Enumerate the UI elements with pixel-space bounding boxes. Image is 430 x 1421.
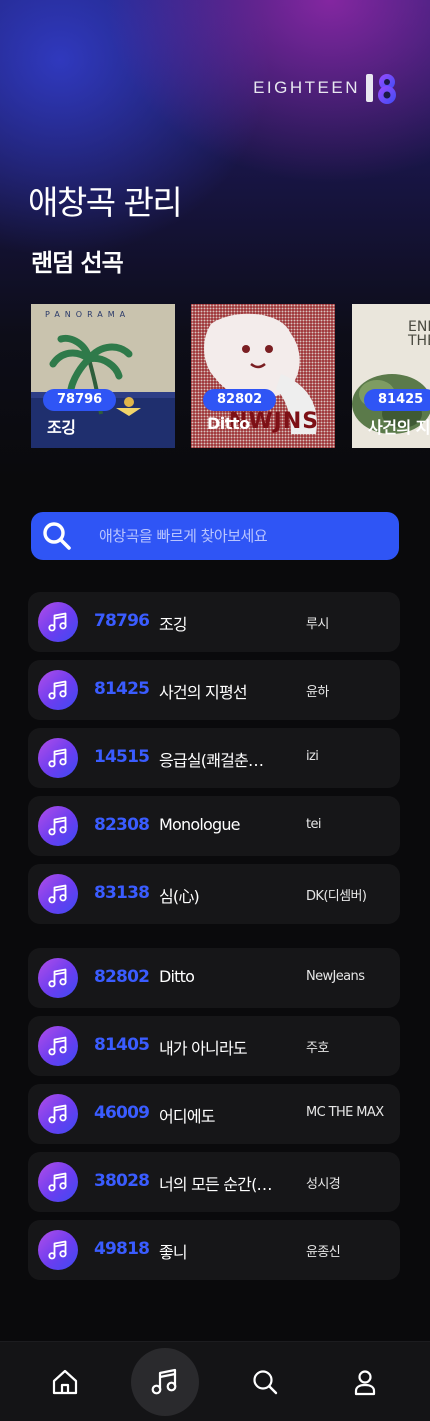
song-number: 78796: [94, 611, 150, 631]
song-title: 응급실(쾌걸춘향…: [159, 751, 277, 770]
music-note-icon: [38, 670, 78, 710]
music-note-icon: [38, 738, 78, 778]
album-art-text: END THEO: [408, 319, 430, 349]
song-row[interactable]: 81425 사건의 지평선 윤하: [28, 660, 400, 720]
song-row[interactable]: 38028 너의 모든 순간(별… 성시경: [28, 1152, 400, 1212]
song-number: 38028: [94, 1171, 150, 1191]
song-title: 너의 모든 순간(별…: [159, 1175, 277, 1194]
album-art-text: PANORAMA: [45, 310, 131, 319]
music-note-icon: [38, 806, 78, 846]
nav-search[interactable]: [231, 1342, 299, 1421]
song-artist: 루시: [306, 617, 329, 632]
music-note-icon: [38, 1162, 78, 1202]
song-number: 46009: [94, 1103, 150, 1123]
song-number: 81405: [94, 1035, 150, 1055]
music-note-icon: [38, 1094, 78, 1134]
song-number: 81425: [94, 679, 150, 699]
song-row[interactable]: 82802 Ditto NewJeans: [28, 948, 400, 1008]
nav-profile[interactable]: [331, 1342, 399, 1421]
search-bar[interactable]: [31, 512, 399, 560]
song-number: 14515: [94, 747, 150, 767]
song-row[interactable]: 83138 심(心) DK(디셈버): [28, 864, 400, 924]
brand-logo-text: EIGHTEEN: [253, 78, 360, 97]
music-note-icon: [38, 958, 78, 998]
music-note-icon: [38, 874, 78, 914]
song-artist: 윤종신: [306, 1245, 341, 1260]
album-number-badge: 78796: [43, 389, 117, 411]
user-icon: [354, 1370, 376, 1396]
song-artist: 성시경: [306, 1177, 341, 1192]
random-album-carousel[interactable]: PANORAMA 78796 조깅 NWJNS 82802 Ditto EN T…: [31, 304, 430, 448]
song-title: 내가 아니라도: [159, 1039, 247, 1058]
brand-logo-mark-icon: [364, 70, 400, 106]
album-title: 사건의 지평선: [368, 418, 430, 437]
song-artist: izi: [306, 749, 319, 764]
song-artist: NewJeans: [306, 969, 365, 984]
song-number: 49818: [94, 1239, 150, 1259]
song-artist: DK(디셈버): [306, 889, 367, 904]
nav-songs[interactable]: [131, 1342, 199, 1421]
song-number: 83138: [94, 883, 150, 903]
random-section-title: 랜덤 선곡: [31, 249, 124, 277]
song-row[interactable]: 14515 응급실(쾌걸춘향… izi: [28, 728, 400, 788]
song-title: 사건의 지평선: [159, 683, 247, 702]
bottom-navigation: [0, 1341, 430, 1421]
song-artist: tei: [306, 817, 322, 832]
nav-home[interactable]: [31, 1342, 99, 1421]
song-title: Monologue: [159, 815, 240, 834]
song-title: Ditto: [159, 967, 195, 986]
song-row[interactable]: 82308 Monologue tei: [28, 796, 400, 856]
album-card[interactable]: END THEO 81425 사건의 지평선: [352, 304, 430, 448]
search-icon: [253, 1370, 278, 1395]
search-input[interactable]: [99, 512, 389, 560]
home-icon: [52, 1369, 78, 1395]
song-number: 82802: [94, 967, 150, 987]
song-title: 심(心): [159, 887, 200, 906]
album-card[interactable]: NWJNS 82802 Ditto: [191, 304, 335, 448]
song-title: 좋니: [159, 1243, 187, 1262]
song-artist: 주호: [306, 1041, 329, 1056]
music-note-icon: [38, 602, 78, 642]
song-title: 조깅: [159, 615, 187, 634]
album-card[interactable]: PANORAMA 78796 조깅: [31, 304, 175, 448]
album-title: 조깅: [47, 418, 76, 437]
brand-logo[interactable]: EIGHTEEN: [253, 70, 400, 106]
song-artist: MC THE MAX: [306, 1105, 384, 1120]
song-row[interactable]: 46009 어디에도 MC THE MAX: [28, 1084, 400, 1144]
song-artist: 윤하: [306, 685, 329, 700]
song-row[interactable]: 49818 좋니 윤종신: [28, 1220, 400, 1280]
song-number: 82308: [94, 815, 150, 835]
music-note-icon: [151, 1368, 177, 1395]
song-title: 어디에도: [159, 1107, 215, 1126]
song-row[interactable]: 81405 내가 아니라도 주호: [28, 1016, 400, 1076]
song-row[interactable]: 78796 조깅 루시: [28, 592, 400, 652]
music-note-icon: [38, 1026, 78, 1066]
album-title: Ditto: [207, 414, 250, 433]
music-note-icon: [38, 1230, 78, 1270]
album-number-badge: 81425: [364, 389, 430, 411]
search-icon[interactable]: [41, 520, 73, 552]
album-number-badge: 82802: [203, 389, 277, 411]
page-title: 애창곡 관리: [28, 183, 183, 222]
